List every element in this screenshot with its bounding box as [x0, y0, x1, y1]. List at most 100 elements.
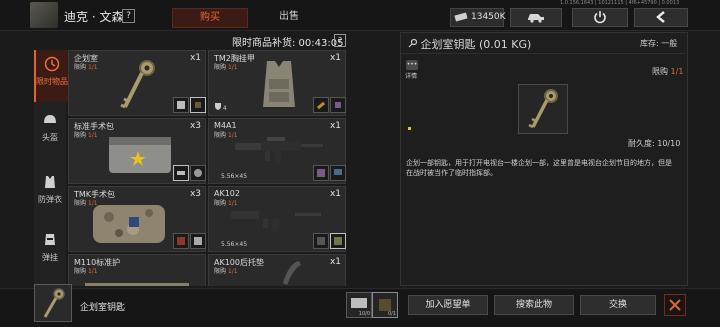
detail-title: 企划室钥匙 (0.01 KG) — [408, 36, 531, 52]
detail-durability: 耐久度: 10/10 — [628, 139, 681, 148]
item-card[interactable]: TM2胸挂甲 限购 1/1 x1 4 — [208, 50, 346, 116]
item-name: AK102 — [214, 189, 240, 198]
item-limit: 限购 1/1 — [74, 268, 98, 275]
item-qty: x1 — [329, 257, 341, 267]
restock-help-button[interactable]: ? — [334, 34, 346, 47]
trade-slot-icon — [330, 165, 346, 181]
help-button[interactable]: ? — [122, 9, 135, 23]
exchange-slot[interactable]: 10/0 — [346, 292, 372, 318]
search-item-button[interactable]: 搜索此物 — [494, 295, 574, 315]
vehicle-button[interactable] — [510, 8, 562, 27]
clock-icon — [44, 56, 60, 72]
item-card[interactable]: M110标准护 限购 1/1 — [68, 254, 206, 286]
item-card[interactable]: M4A1 限购 1/1 x1 5.56×45 — [208, 118, 346, 184]
tab-buy[interactable]: 购买 — [172, 8, 248, 28]
item-card[interactable]: 企划室 限购 1/1 x1 — [68, 50, 206, 116]
key-small-icon — [408, 38, 418, 48]
item-card[interactable]: TMK手术包 限购 1/1 x3 — [68, 186, 206, 252]
category-sidebar: 限时物品 头盔 防弹衣 弹挂 — [34, 50, 68, 290]
category-helmet-label: 头盔 — [42, 133, 58, 142]
item-durability: 4 — [215, 103, 227, 112]
item-name: M4A1 — [214, 121, 237, 130]
rig-icon — [45, 234, 55, 245]
category-limited[interactable]: 限时物品 — [34, 50, 68, 102]
item-qty: x3 — [189, 121, 201, 131]
trade-slot-icon — [173, 97, 189, 113]
version-text: 1.0.156.1643 | 10121115 | 4f6+45790 | 0.… — [560, 0, 680, 6]
key-icon — [528, 89, 558, 129]
exchange-slot[interactable]: 0/1 — [372, 292, 398, 318]
item-ammo: 5.56×45 — [221, 173, 248, 180]
trade-slot-icon — [173, 233, 189, 249]
trade-slot-icon — [190, 233, 206, 249]
medical-bag-icon — [109, 137, 171, 173]
item-card[interactable]: 标准手术包 限购 1/1 x3 — [68, 118, 206, 184]
category-vest[interactable]: 防弹衣 — [34, 168, 66, 220]
back-arrow-icon — [656, 11, 665, 23]
item-qty: x1 — [189, 53, 201, 63]
close-icon — [669, 299, 681, 311]
rifle-icon — [235, 137, 323, 163]
item-qty: x1 — [329, 189, 341, 199]
detail-description: 企划一部钥匙，用于打开电视台一楼企划一部，这里曾是电视台企划节目的地方，但是在战… — [406, 159, 672, 177]
category-vest-label: 防弹衣 — [38, 195, 62, 204]
camo-medical-bag-icon — [93, 205, 165, 243]
detail-limit: 限购 1/1 — [652, 67, 684, 76]
money-value: 13450K — [471, 12, 506, 22]
trade-slot-icon — [313, 165, 329, 181]
selected-item-thumbnail — [34, 284, 72, 322]
slot-count: 0/1 — [387, 311, 396, 317]
slot-count: 10/0 — [358, 311, 370, 317]
detail-image — [518, 84, 568, 134]
key-icon — [120, 60, 155, 109]
category-rig[interactable]: 弹挂 — [34, 226, 66, 278]
item-qty: x1 — [329, 53, 341, 63]
trade-slot-icon — [313, 233, 329, 249]
stock-level: 库存: 一般 — [640, 39, 678, 48]
add-wishlist-button[interactable]: 加入愿望单 — [408, 295, 488, 315]
rail-guard-icon — [85, 283, 189, 286]
rarity-dot — [408, 127, 411, 130]
divider — [401, 53, 685, 54]
vest-icon — [45, 176, 55, 188]
info-icon[interactable]: ••• — [406, 60, 418, 70]
trade-slot-icon — [190, 165, 206, 181]
item-limit: 限购 1/1 — [74, 132, 98, 139]
back-button[interactable] — [634, 8, 688, 27]
item-limit: 限购 1/1 — [214, 64, 238, 71]
item-limit: 限购 1/1 — [214, 268, 238, 275]
trade-slot-icon — [330, 233, 346, 249]
restock-timer: 限时商品补货: 00:43:05 — [232, 38, 344, 49]
money-display: 13450K — [450, 8, 506, 27]
item-grid: 企划室 限购 1/1 x1 TM2胸挂甲 限购 1/1 x1 4 标准手术包 限 — [68, 50, 348, 286]
item-qty: x1 — [329, 121, 341, 131]
power-button[interactable] — [572, 8, 628, 27]
key-icon — [43, 288, 65, 318]
armor-icon — [263, 61, 295, 107]
item-limit: 限购 1/1 — [74, 64, 98, 71]
trade-slot-icon — [190, 97, 206, 113]
category-limited-label: 限时物品 — [36, 77, 68, 86]
ak-rifle-icon — [231, 211, 321, 231]
power-icon — [594, 11, 606, 24]
item-ammo: 5.56×45 — [221, 241, 248, 248]
info-label: 详情 — [405, 73, 418, 80]
item-card[interactable]: AK100后托垫 限购 1/1 x1 — [208, 254, 346, 286]
close-button[interactable] — [664, 294, 686, 316]
cash-icon — [454, 12, 468, 22]
category-rig-label: 弹挂 — [42, 253, 58, 262]
shield-icon — [215, 103, 221, 110]
buttpad-icon — [283, 261, 301, 285]
item-qty: x3 — [189, 189, 201, 199]
tab-sell[interactable]: 出售 — [252, 8, 326, 26]
trade-slot-icon — [313, 97, 329, 113]
player-name: 迪克 · 文森 — [64, 10, 124, 24]
selected-item-name: 企划室钥匙 — [80, 303, 126, 313]
player-avatar[interactable] — [30, 2, 58, 28]
exchange-button[interactable]: 交换 — [580, 295, 656, 315]
trade-slot-icon — [330, 97, 346, 113]
category-helmet[interactable]: 头盔 — [34, 106, 66, 158]
vehicle-icon — [528, 14, 544, 23]
item-card[interactable]: AK102 限购 1/1 x1 5.56×45 — [208, 186, 346, 252]
helmet-icon — [44, 115, 56, 123]
